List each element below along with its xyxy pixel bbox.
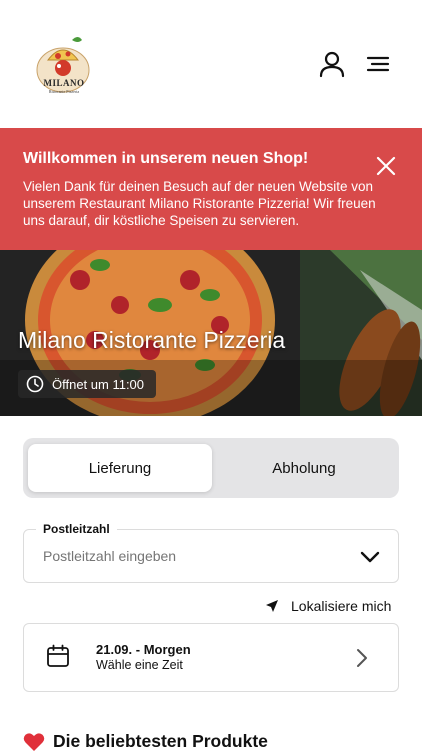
clock-icon bbox=[26, 375, 44, 393]
location-arrow-icon bbox=[266, 600, 278, 612]
opening-hours-text: Öffnet um 11:00 bbox=[52, 376, 145, 392]
locate-me-button[interactable]: Lokalisiere mich bbox=[265, 598, 391, 614]
banner-title: Willkommen in unserem neuen Shop! bbox=[23, 150, 309, 167]
section-title: Die beliebtesten Produkte bbox=[53, 731, 268, 751]
tab-pickup[interactable]: Abholung bbox=[212, 444, 396, 492]
logo-text: MILANO bbox=[43, 78, 85, 88]
locate-me-label: Lokalisiere mich bbox=[291, 598, 392, 614]
chevron-down-icon[interactable] bbox=[359, 549, 381, 565]
time-hint: Wähle eine Zeit bbox=[96, 658, 183, 672]
welcome-banner: Willkommen in unserem neuen Shop! Vielen… bbox=[0, 128, 422, 250]
logo-subtext: Ristorante Pizzeria bbox=[48, 89, 80, 94]
popular-products-heading: Die beliebtesten Produkte bbox=[23, 731, 268, 752]
zip-input[interactable] bbox=[43, 548, 323, 564]
opening-hours-badge: Öffnet um 11:00 bbox=[18, 370, 157, 398]
close-icon[interactable] bbox=[376, 156, 396, 176]
user-icon[interactable] bbox=[318, 50, 346, 78]
zip-label: Postleitzahl bbox=[36, 522, 117, 536]
chevron-right-icon[interactable] bbox=[354, 647, 370, 669]
heart-icon bbox=[23, 732, 45, 751]
header: MILANO Ristorante Pizzeria bbox=[0, 0, 422, 128]
restaurant-name: Milano Ristorante Pizzeria bbox=[18, 327, 286, 353]
calendar-icon bbox=[47, 644, 69, 667]
order-mode-toggle: Lieferung Abholung bbox=[23, 438, 399, 498]
selected-date: 21.09. - Morgen bbox=[96, 642, 191, 657]
tab-delivery[interactable]: Lieferung bbox=[28, 444, 212, 492]
time-picker[interactable] bbox=[23, 623, 399, 692]
banner-text: Vielen Dank für deinen Besuch auf der ne… bbox=[23, 179, 376, 228]
hamburger-menu-icon[interactable] bbox=[364, 50, 392, 78]
